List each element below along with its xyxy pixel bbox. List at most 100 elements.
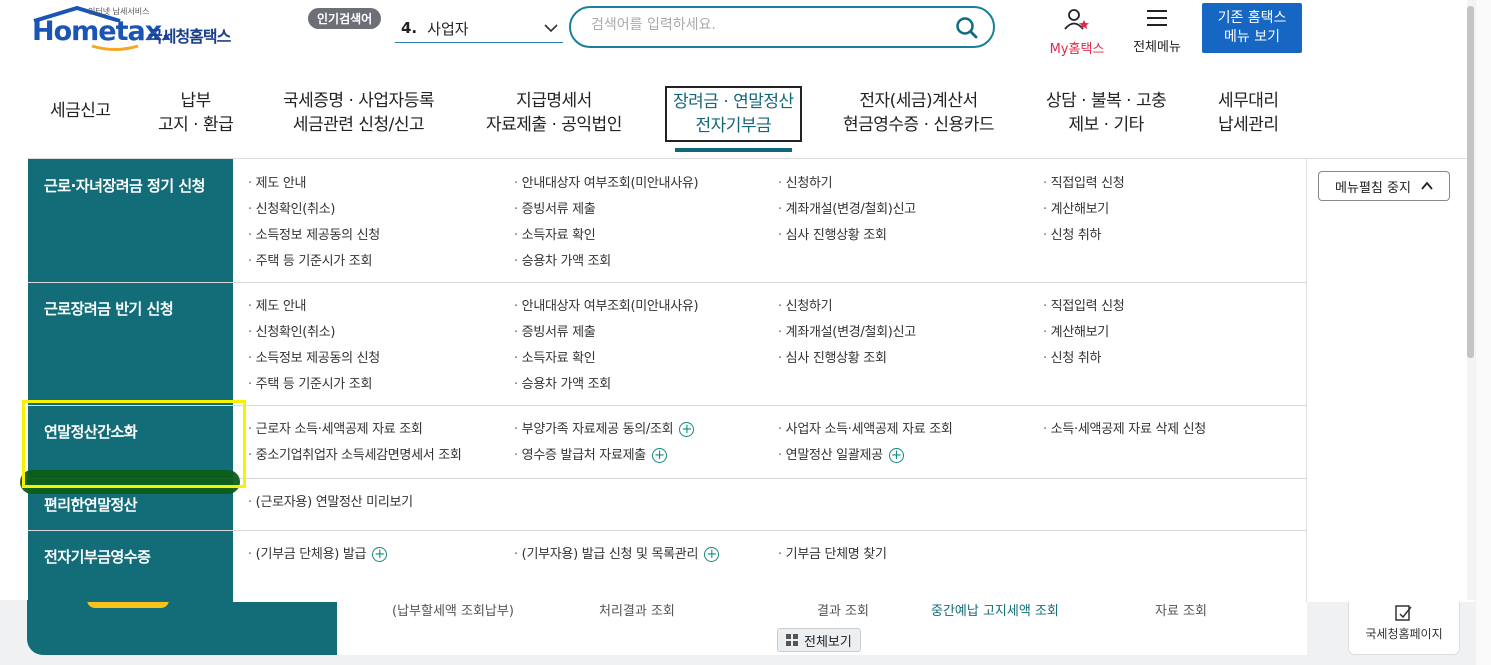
menu-link[interactable]: 기부금 단체명 찾기 [778, 543, 887, 562]
menu-link[interactable]: 소득정보 제공동의 신청 [248, 224, 381, 243]
all-menu-button[interactable]: 전체메뉴 [1124, 8, 1190, 55]
menu-link[interactable]: 제도 안내 [248, 172, 307, 191]
main-nav: 세금신고 납부 고지 · 환급 국세증명 · 사업자등록 세금관련 신청/신고 … [0, 82, 1475, 157]
menu-link[interactable]: 승용차 가액 조회 [514, 373, 612, 392]
nav-incentive-yearend[interactable]: 장려금 · 연말정산 전자기부금 [665, 86, 802, 152]
menu-link[interactable]: 계좌개설(변경/철회)신고 [778, 198, 917, 217]
plus-circle-icon[interactable]: + [679, 422, 695, 437]
menu-link[interactable]: 직접입력 신청 [1043, 295, 1125, 314]
nts-homepage-label: 국세청홈페이지 [1365, 627, 1443, 641]
logo-swoosh-icon [91, 44, 139, 51]
menu-link[interactable]: 심사 진행상황 조회 [778, 347, 887, 366]
menu-link[interactable]: 주택 등 기준시가 조회 [248, 250, 373, 269]
menu-link[interactable]: 소득자료 확인 [514, 347, 596, 366]
bottom-tab[interactable]: (납부할세액 조회납부) [392, 600, 514, 619]
menu-link[interactable]: 근로자 소득·세액공제 자료 조회 [248, 418, 423, 437]
bottom-tab[interactable]: 자료 조회 [1155, 600, 1207, 619]
bottom-tab[interactable]: 결과 조회 [817, 600, 869, 619]
plus-circle-icon[interactable]: + [888, 448, 904, 463]
menu-link-label: 연말정산 일괄제공 [785, 448, 883, 463]
popular-search-select[interactable]: 4. 사업자 [395, 14, 563, 43]
menu-link[interactable]: 안내대상자 여부조회(미안내사유) [514, 172, 699, 191]
bottom-tab[interactable]: 중간예납 고지세액 조회 [931, 600, 1059, 619]
nav-label: 세무대리 [1218, 91, 1279, 111]
menu-link[interactable]: 소득정보 제공동의 신청 [248, 347, 381, 366]
view-all-label: 전체보기 [804, 634, 852, 650]
nav-label: 전자(세금)계산서 [859, 91, 978, 111]
menu-link[interactable]: 증빙서류 제출 [514, 321, 596, 340]
plus-circle-icon[interactable]: + [372, 547, 388, 562]
menu-link[interactable]: (기부금 단체용) 발급 + [248, 543, 388, 562]
nav-payment[interactable]: 납부 고지 · 환급 [158, 89, 234, 137]
nav-label: 국세증명 · 사업자등록 [283, 91, 434, 111]
menu-link[interactable]: 소득자료 확인 [514, 224, 596, 243]
nav-label: 납부 [180, 91, 212, 111]
menu-link[interactable]: (기부자용) 발급 신청 및 목록관리 + [514, 543, 720, 562]
mega-menu-panel: 근로·자녀장려금 정기 신청 제도 안내 안내대상자 여부조회(미안내사유) 신… [28, 158, 1475, 602]
chevron-up-icon [1421, 181, 1433, 190]
bottom-tab[interactable]: 처리결과 조회 [599, 600, 675, 619]
hometax-logo[interactable]: 인터넷 납세서비스 Hometax. 국세청홈택스 [30, 6, 245, 52]
menu-link[interactable]: 사업자 소득·세액공제 자료 조회 [778, 418, 953, 437]
menu-link[interactable]: 계좌개설(변경/철회)신고 [778, 321, 917, 340]
menu-section: 근로장려금 반기 신청 제도 안내 안내대상자 여부조회(미안내사유) 신청하기… [28, 282, 1306, 406]
grid-icon [786, 634, 798, 646]
nav-certificates[interactable]: 국세증명 · 사업자등록 세금관련 신청/신고 [283, 89, 434, 137]
hamburger-icon [1147, 10, 1167, 26]
menu-link[interactable]: 제도 안내 [248, 295, 307, 314]
nts-homepage-link[interactable]: 국세청홈페이지 [1348, 597, 1460, 655]
menu-link[interactable]: 연말정산 일괄제공 + [778, 444, 904, 463]
popular-term: 사업자 [427, 19, 469, 38]
nav-payment-statement[interactable]: 지급명세서 자료제출 · 공익법인 [486, 89, 622, 137]
menu-link[interactable]: 소득·세액공제 자료 삭제 신청 [1043, 418, 1207, 437]
menu-section: 전자기부금영수증 (기부금 단체용) 발급 + (기부자용) 발급 신청 및 목록… [28, 530, 1306, 602]
menu-stop-label: 메뉴펼침 중지 [1335, 180, 1411, 196]
plus-circle-icon[interactable]: + [704, 547, 720, 562]
menu-link[interactable]: 주택 등 기준시가 조회 [248, 373, 373, 392]
edit-note-icon [1395, 605, 1412, 621]
menu-link[interactable]: 신청하기 [778, 172, 833, 191]
nav-consulting[interactable]: 상담 · 불복 · 고충 제보 · 기타 [1046, 89, 1167, 137]
scrollbar-thumb[interactable] [1467, 6, 1474, 358]
legacy-hometax-menu-button[interactable]: 기존 홈택스 메뉴 보기 [1202, 3, 1302, 53]
menu-link[interactable]: 직접입력 신청 [1043, 172, 1125, 191]
section-title[interactable]: 근로장려금 반기 신청 [44, 298, 174, 319]
menu-link[interactable]: 승용차 가액 조회 [514, 250, 612, 269]
nav-tax-filing[interactable]: 세금신고 [50, 99, 111, 123]
nav-label: 제보 · 기타 [1068, 115, 1144, 135]
search-icon[interactable] [955, 16, 979, 40]
menu-link[interactable]: 부양가족 자료제공 동의/조회 + [514, 418, 695, 437]
menu-link[interactable]: 심사 진행상황 조회 [778, 224, 887, 243]
nav-label: 납세관리 [1218, 115, 1279, 135]
chevron-down-icon [544, 24, 558, 33]
menu-link[interactable]: (근로자용) 연말정산 미리보기 [248, 491, 413, 510]
menu-section: 근로·자녀장려금 정기 신청 제도 안내 안내대상자 여부조회(미안내사유) 신… [28, 159, 1306, 283]
my-hometax-button[interactable]: My홈택스 [1041, 8, 1113, 57]
menu-link-label: 영수증 발급처 자료제출 [521, 448, 647, 463]
view-all-button[interactable]: 전체보기 [777, 628, 861, 652]
menu-link[interactable]: 계산해보기 [1043, 198, 1110, 217]
popular-rank: 4. [401, 19, 418, 37]
menu-link[interactable]: 증빙서류 제출 [514, 198, 596, 217]
menu-link[interactable]: 신청 취하 [1043, 224, 1102, 243]
menu-link[interactable]: 신청하기 [778, 295, 833, 314]
menu-expand-stop-button[interactable]: 메뉴펼침 중지 [1318, 171, 1450, 201]
legacy-line1: 기존 홈택스 [1217, 10, 1287, 26]
nav-tax-agent[interactable]: 세무대리 납세관리 [1218, 89, 1279, 137]
menu-link[interactable]: 계산해보기 [1043, 321, 1110, 340]
menu-link[interactable]: 중소기업취업자 소득세감면명세서 조회 [248, 444, 462, 463]
menu-link[interactable]: 신청 취하 [1043, 347, 1102, 366]
search-input[interactable] [589, 16, 933, 34]
nav-label: 고지 · 환급 [158, 115, 234, 135]
divider [1306, 159, 1307, 602]
menu-link[interactable]: 안내대상자 여부조회(미안내사유) [514, 295, 699, 314]
section-title[interactable]: 편리한연말정산 [44, 494, 138, 515]
all-menu-label: 전체메뉴 [1133, 40, 1181, 55]
section-title[interactable]: 근로·자녀장려금 정기 신청 [44, 175, 205, 196]
menu-link[interactable]: 신청확인(취소) [248, 321, 336, 340]
menu-link[interactable]: 신청확인(취소) [248, 198, 336, 217]
plus-circle-icon[interactable]: + [651, 448, 667, 463]
section-title[interactable]: 전자기부금영수증 [44, 546, 151, 567]
menu-link[interactable]: 영수증 발급처 자료제출 + [514, 444, 667, 463]
nav-e-invoice[interactable]: 전자(세금)계산서 현금영수증 · 신용카드 [843, 89, 994, 137]
